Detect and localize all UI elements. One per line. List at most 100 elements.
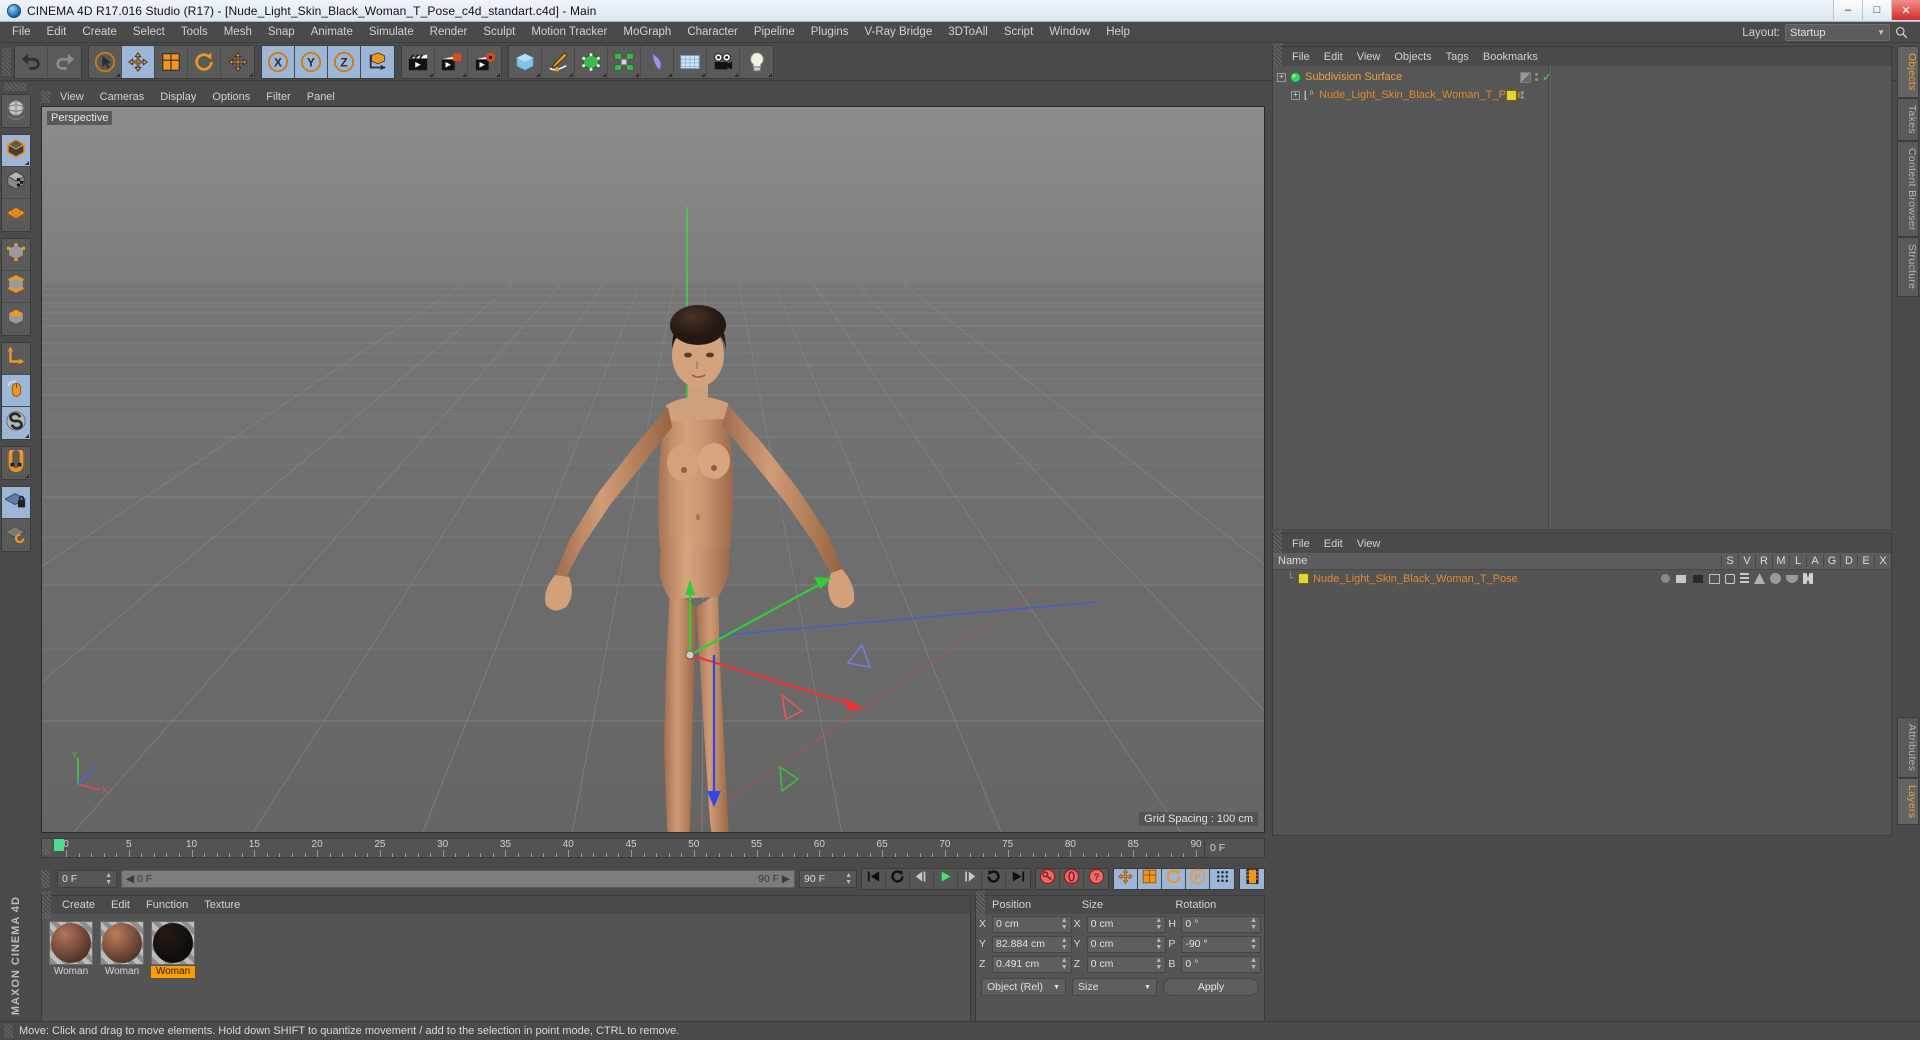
- rotation-input[interactable]: 0 ° ▲ ▼: [1181, 915, 1262, 933]
- add-camera[interactable]: [707, 45, 740, 78]
- position-input[interactable]: 0 cm ▲ ▼: [992, 915, 1072, 933]
- flyout-corner-icon[interactable]: [536, 72, 540, 77]
- flyout-corner-icon[interactable]: [25, 474, 29, 478]
- flyout-corner-icon[interactable]: [496, 72, 500, 77]
- layers-menu-file[interactable]: File: [1285, 538, 1317, 550]
- spinner-icon[interactable]: ▲ ▼: [1061, 957, 1068, 971]
- spinner-icon[interactable]: ▲ ▼: [1061, 937, 1068, 951]
- max-frame-field[interactable]: 90 F ▲ ▼: [799, 870, 857, 888]
- menu-item-plugins[interactable]: Plugins: [803, 22, 857, 43]
- deformers-icon[interactable]: [1770, 573, 1781, 584]
- size-input[interactable]: 0 cm ▲ ▼: [1086, 915, 1167, 933]
- play-loop-button[interactable]: [982, 869, 1006, 889]
- step-forward-button[interactable]: [958, 869, 982, 889]
- playbar-grip[interactable]: [41, 870, 50, 888]
- menu-item-select[interactable]: Select: [125, 22, 173, 43]
- material-tag-icon[interactable]: [1506, 89, 1517, 101]
- enabled-check-icon[interactable]: ✓: [1542, 71, 1552, 83]
- spinner-icon[interactable]: ▲ ▼: [1155, 937, 1162, 951]
- menu-item-snap[interactable]: Snap: [260, 22, 303, 43]
- layers-column-s[interactable]: S: [1721, 555, 1738, 567]
- right-tab-layers[interactable]: Layers: [1897, 778, 1919, 826]
- object-axis-mode-button[interactable]: [2, 343, 30, 375]
- rotation-input[interactable]: -90 ° ▲ ▼: [1181, 935, 1262, 953]
- object-menu-file[interactable]: File: [1285, 51, 1317, 63]
- add-generator[interactable]: [575, 45, 608, 78]
- layers-menu-view[interactable]: View: [1350, 538, 1388, 550]
- flyout-corner-icon[interactable]: [635, 72, 639, 77]
- enable-snap-button[interactable]: [2, 407, 30, 439]
- position-input[interactable]: 82.884 cm ▲ ▼: [992, 935, 1072, 953]
- menu-item-render[interactable]: Render: [422, 22, 476, 43]
- right-tab-takes[interactable]: Takes: [1897, 97, 1919, 141]
- material-item[interactable]: Woman: [49, 921, 93, 978]
- visibility-dots-icon[interactable]: [1521, 91, 1524, 99]
- flyout-corner-icon[interactable]: [116, 72, 120, 77]
- flyout-corner-icon[interactable]: [701, 72, 705, 77]
- object-menu-edit[interactable]: Edit: [1317, 51, 1350, 63]
- menu-item-script[interactable]: Script: [996, 22, 1041, 43]
- material-item[interactable]: Woman: [100, 921, 144, 978]
- perspective-viewport[interactable]: Perspective Grid Spacing : 100 cm Y X Z: [41, 106, 1265, 833]
- move-tool[interactable]: [122, 45, 155, 78]
- maximize-button[interactable]: □: [1862, 0, 1891, 20]
- manager-icon[interactable]: [1709, 573, 1720, 584]
- lock-y-axis[interactable]: Y: [295, 45, 328, 78]
- apply-button[interactable]: Apply: [1163, 978, 1259, 996]
- layers-column-g[interactable]: G: [1823, 555, 1840, 567]
- polygons-mode-button[interactable]: [2, 303, 30, 335]
- viewport-menu-display[interactable]: Display: [152, 91, 204, 103]
- timeline-ruler[interactable]: 0 5 10 15 20 25 30 35 40 45 50 55 60 65 70 75 80 85 90: [54, 839, 1204, 857]
- layers-column-e[interactable]: E: [1857, 555, 1874, 567]
- menu-item-character[interactable]: Character: [679, 22, 746, 43]
- render-to-picture-viewer[interactable]: [435, 45, 468, 78]
- layers-column-a[interactable]: A: [1806, 555, 1823, 567]
- timeline-ruler-bar[interactable]: 0 5 10 15 20 25 30 35 40 45 50 55 60 65 70 75 80 85 90 0 F: [41, 838, 1265, 858]
- layers-manager-grip[interactable]: [1273, 529, 1282, 558]
- xpresso-icon[interactable]: [1803, 573, 1813, 584]
- texture-mode-button[interactable]: [2, 199, 30, 231]
- layers-column-d[interactable]: D: [1840, 555, 1857, 567]
- flyout-corner-icon[interactable]: [25, 161, 29, 165]
- add-scene-environment[interactable]: [674, 45, 707, 78]
- play-button[interactable]: [934, 869, 958, 889]
- layers-column-l[interactable]: L: [1789, 555, 1806, 567]
- spinner-icon[interactable]: ▲ ▼: [845, 872, 852, 886]
- toolbar-grip[interactable]: [2, 47, 11, 76]
- layer-color-swatch[interactable]: [1298, 573, 1310, 584]
- spinner-icon[interactable]: ▲ ▼: [1250, 937, 1257, 951]
- undo-button[interactable]: [15, 45, 48, 78]
- spinner-icon[interactable]: ▲ ▼: [105, 872, 112, 886]
- lock-z-axis[interactable]: Z: [328, 45, 361, 78]
- add-deformer[interactable]: [641, 45, 674, 78]
- points-mode-button[interactable]: [2, 239, 30, 271]
- material-menu-texture[interactable]: Texture: [196, 899, 248, 911]
- flyout-corner-icon[interactable]: [429, 72, 433, 77]
- record-position-button[interactable]: [1114, 868, 1138, 889]
- position-input[interactable]: 0.491 cm ▲ ▼: [992, 955, 1072, 973]
- autokeying-button[interactable]: [1060, 868, 1084, 889]
- object-tree-row[interactable]: + Subdivision Surface ✓: [1273, 68, 1891, 86]
- spinner-icon[interactable]: ▲ ▼: [1250, 917, 1257, 931]
- viewport-menu-view[interactable]: View: [52, 91, 92, 103]
- menu-item-animate[interactable]: Animate: [303, 22, 361, 43]
- make-editable-button[interactable]: [2, 135, 30, 167]
- layers-column-v[interactable]: V: [1738, 555, 1755, 567]
- layers-column-m[interactable]: M: [1772, 555, 1789, 567]
- search-icon[interactable]: [1895, 26, 1908, 39]
- object-menu-bookmarks[interactable]: Bookmarks: [1476, 51, 1545, 63]
- spinner-icon[interactable]: ▲ ▼: [1250, 957, 1257, 971]
- layers-column-name[interactable]: Name: [1273, 555, 1721, 567]
- material-manager-grip[interactable]: [42, 891, 51, 919]
- solo-dot-icon[interactable]: [1661, 574, 1670, 583]
- object-menu-objects[interactable]: Objects: [1387, 51, 1438, 63]
- viewport-menu-filter[interactable]: Filter: [258, 91, 298, 103]
- coordinates-grip[interactable]: [976, 891, 985, 919]
- menu-item-motion-tracker[interactable]: Motion Tracker: [523, 22, 615, 43]
- workplane-lock-button[interactable]: [2, 487, 30, 519]
- right-tab-objects[interactable]: Objects: [1897, 46, 1919, 98]
- live-selection-tool[interactable]: [89, 45, 122, 78]
- menu-item-tools[interactable]: Tools: [173, 22, 216, 43]
- viewport-solo-button[interactable]: [2, 375, 30, 407]
- layers-row[interactable]: └ Nude_Light_Skin_Black_Woman_T_Pose: [1273, 570, 1891, 587]
